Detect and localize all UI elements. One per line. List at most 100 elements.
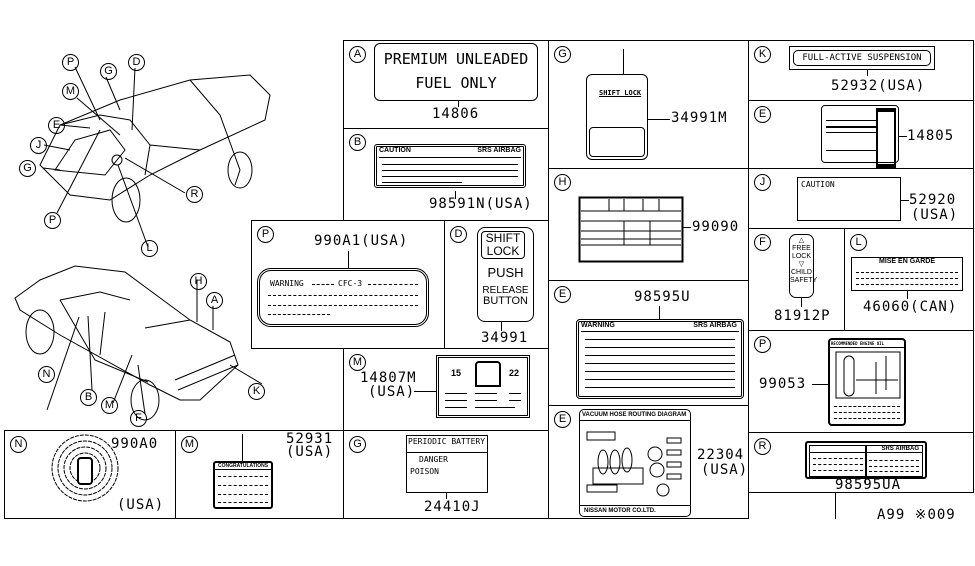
cfc-warning-label: WARNING CFC-3 bbox=[257, 268, 429, 327]
vacuum-hose-diagram-label: VACUUM HOSE ROUTING DIAGRAM NISSAN MOTOR… bbox=[579, 409, 691, 517]
emission-control-label bbox=[821, 105, 899, 168]
panel-letter: L bbox=[850, 234, 867, 251]
panel-p-cfc: P 990A1(USA) WARNING CFC-3 bbox=[251, 220, 445, 349]
callout-g: G bbox=[100, 63, 117, 80]
callout-k: K bbox=[248, 383, 265, 400]
panel-b: B CAUTION SRS AIRBAG 98591N(USA) bbox=[343, 128, 549, 221]
part-number: 24410J bbox=[424, 499, 481, 515]
diagram-code: A99 ※009 bbox=[877, 507, 956, 523]
label-line: CHILD bbox=[790, 269, 812, 276]
part-number: 34991 bbox=[481, 330, 529, 346]
part-number: 52932(USA) bbox=[831, 78, 926, 94]
region: (USA) bbox=[117, 497, 165, 513]
panel-m-fuel: M 14807M (USA) 15 22 bbox=[343, 348, 549, 431]
part-number: 99090 bbox=[692, 219, 740, 235]
panel-g-battery: G PERIODIC BATTERY DANGER POISON 24410J bbox=[343, 430, 549, 519]
panel-a: A PREMIUM UNLEADED FUEL ONLY 14806 bbox=[343, 40, 549, 129]
label-right: SRS AIRBAG bbox=[477, 147, 521, 154]
panel-letter: B bbox=[349, 134, 366, 151]
cfc-code: CFC-3 bbox=[338, 279, 363, 288]
engine-oil-label: RECOMMENDED ENGINE OIL bbox=[828, 338, 906, 426]
poison-text: POISON bbox=[410, 467, 439, 476]
battery-title: PERIODIC BATTERY bbox=[407, 436, 487, 453]
panel-g-shiftlock: G SHIFT LOCK 34991M bbox=[548, 40, 749, 169]
panel-f: F △ FREE LOCK ▽ CHILD SAFETY 81912P bbox=[748, 228, 845, 331]
suspension-label-outer: FULL-ACTIVE SUSPENSION bbox=[789, 46, 935, 70]
label-line: LOCK bbox=[486, 244, 520, 258]
panel-letter: E bbox=[554, 286, 571, 303]
label-title: MISE EN GARDE bbox=[878, 258, 935, 265]
part-number: 22304 (USA) bbox=[697, 447, 749, 478]
danger-text: DANGER bbox=[419, 455, 448, 464]
panel-l: L MISE EN GARDE 46060(CAN) bbox=[844, 228, 974, 331]
fuel-label: PREMIUM UNLEADED FUEL ONLY bbox=[374, 43, 538, 101]
callout-l: L bbox=[141, 240, 158, 257]
part-number: 81912P bbox=[774, 308, 831, 324]
panel-letter: M bbox=[181, 436, 198, 453]
label-line: PUSH bbox=[487, 265, 524, 280]
label-line: BUTTON bbox=[482, 295, 529, 307]
part-number: 46060(CAN) bbox=[863, 299, 958, 315]
congratulations-tag: CONGRATULATIONS bbox=[213, 461, 273, 509]
rear-car-illustration bbox=[14, 265, 263, 421]
diagram-footer: NISSAN MOTOR CO.LTD. bbox=[580, 505, 690, 516]
panel-r: R SRS AIRBAG 98595UA bbox=[748, 432, 974, 493]
label-line: LOCK bbox=[791, 253, 812, 260]
callout-r: R bbox=[186, 186, 203, 203]
highway-mpg: 22 bbox=[508, 368, 519, 378]
child-lock-label: △ FREE LOCK ▽ CHILD SAFETY bbox=[789, 234, 818, 298]
label-left: WARNING bbox=[581, 322, 615, 329]
panel-letter: F bbox=[754, 234, 771, 251]
warning-text: WARNING bbox=[270, 279, 304, 288]
part-number: 98595U bbox=[634, 289, 691, 305]
callout-d: D bbox=[128, 54, 145, 71]
callout-n: N bbox=[38, 366, 55, 383]
panel-e-airbag: E 98595U WARNING SRS AIRBAG bbox=[548, 280, 749, 406]
part-number: 14807M (USA) bbox=[360, 370, 417, 400]
part-number: 14806 bbox=[432, 106, 480, 122]
diagram-title: VACUUM HOSE ROUTING DIAGRAM bbox=[580, 410, 690, 421]
label-line: FREE bbox=[792, 245, 811, 252]
panel-j: J CAUTION 52920 (USA) bbox=[748, 168, 974, 229]
engine-hose-schematic bbox=[586, 431, 682, 497]
parts-diagram: P G D M E J G R P L H A N B M F K A PREM… bbox=[0, 0, 975, 566]
part-number: 990A1(USA) bbox=[314, 233, 409, 249]
panel-e-vacuum: E VACUUM HOSE ROUTING DIAGRAM NISSAN MOT… bbox=[548, 405, 749, 519]
label-right: SRS AIRBAG bbox=[693, 322, 737, 329]
panel-letter: A bbox=[349, 46, 366, 63]
panel-letter: E bbox=[754, 106, 771, 123]
panel-d: D SHIFT LOCK PUSH RELEASE BUTTON 34991 bbox=[444, 220, 549, 349]
callout-g: G bbox=[19, 160, 36, 177]
panel-letter: P bbox=[754, 336, 771, 353]
panel-m-tag: M CONGRATULATIONS 52931 (USA) bbox=[175, 430, 344, 519]
panel-e-emission: E 14805 bbox=[748, 100, 974, 169]
panel-letter: J bbox=[754, 174, 771, 191]
panel-letter: N bbox=[10, 436, 27, 453]
part-number: 52931 (USA) bbox=[286, 431, 334, 460]
radar-car-icon bbox=[51, 434, 119, 502]
panel-letter: G bbox=[349, 436, 366, 453]
battery-label: PERIODIC BATTERY DANGER POISON bbox=[406, 435, 488, 493]
label-title: RECOMMENDED ENGINE OIL bbox=[830, 340, 904, 348]
tire-info-label bbox=[578, 196, 684, 263]
panel-letter: G bbox=[554, 46, 571, 63]
part-number: 98591N(USA) bbox=[429, 196, 533, 212]
label-line: PREMIUM UNLEADED bbox=[383, 50, 529, 68]
panel-letter: P bbox=[257, 226, 274, 243]
panel-letter: D bbox=[450, 226, 467, 243]
tag-title: CONGRATULATIONS bbox=[215, 463, 271, 470]
panel-n: N 990A0 (USA) bbox=[4, 430, 176, 519]
panel-p-oil: P 99053 RECOMMENDED ENGINE OIL bbox=[748, 330, 974, 433]
city-mpg: 15 bbox=[451, 368, 462, 378]
panel-letter: H bbox=[554, 174, 571, 191]
callout-j: J bbox=[30, 137, 47, 154]
part-number: 34991M bbox=[671, 110, 728, 126]
callout-f: F bbox=[130, 410, 147, 427]
label-line: SAFETY bbox=[790, 277, 818, 284]
caution-text: CAUTION bbox=[801, 180, 835, 189]
callout-p: P bbox=[44, 212, 61, 229]
panel-letter: R bbox=[754, 438, 771, 455]
callout-p: P bbox=[62, 54, 79, 71]
callout-m: M bbox=[101, 397, 118, 414]
part-number: 990A0 bbox=[111, 436, 159, 452]
